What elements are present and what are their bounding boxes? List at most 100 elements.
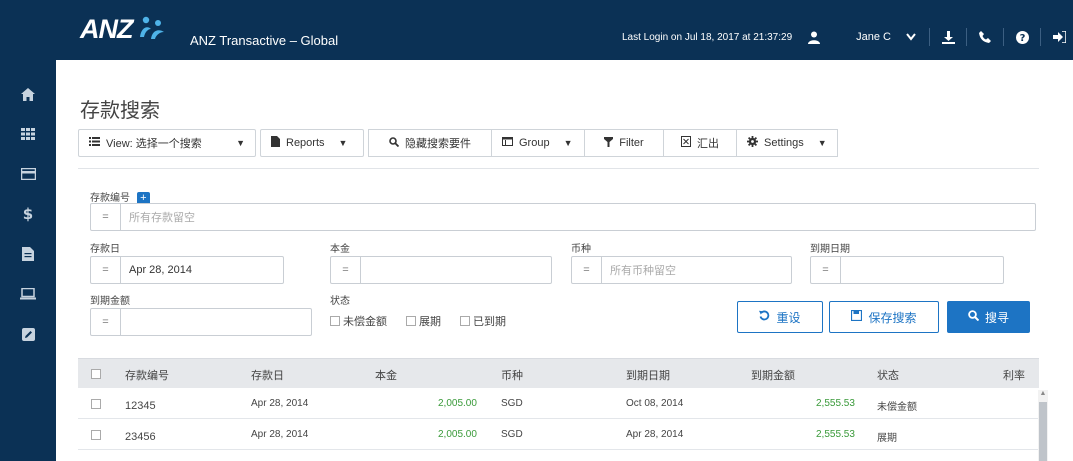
save-search-button[interactable]: 保存搜索 (829, 301, 939, 333)
checkbox[interactable] (406, 316, 416, 326)
column-header-deposit-no[interactable]: 存款编号 (125, 367, 169, 383)
svg-text:?: ? (1019, 33, 1025, 44)
table-icon (502, 137, 513, 149)
cell-maturity-amount: 2,555.53 (816, 398, 855, 409)
operator-select[interactable]: = (91, 309, 121, 335)
table-scrollbar[interactable]: ▲ (1038, 390, 1048, 461)
checkbox[interactable] (330, 316, 340, 326)
deposit-date-input[interactable]: Apr 28, 2014 (121, 264, 192, 276)
status-option-label: 未偿金额 (343, 316, 387, 328)
list-icon (89, 137, 100, 149)
document-icon[interactable] (0, 234, 56, 274)
cell-maturity-date: Apr 28, 2014 (626, 429, 684, 440)
anz-logo: ANZ (80, 14, 167, 44)
phone-icon[interactable] (971, 26, 999, 48)
reset-button[interactable]: 重设 (737, 301, 823, 333)
status-checkbox-matured[interactable]: 已到期 (460, 313, 506, 329)
page-title: 存款搜索 (80, 98, 160, 122)
status-checkbox-outstanding[interactable]: 未偿金额 (330, 313, 387, 329)
caret-down-icon: ▼ (563, 138, 573, 148)
cell-status: 展期 (877, 433, 897, 444)
grid-icon[interactable] (0, 114, 56, 154)
view-select-button[interactable]: View: 选择一个搜索 ▼ (78, 129, 256, 157)
last-login-text: Last Login on Jul 18, 2017 at 21:37:29 (622, 31, 793, 43)
search-label: 搜寻 (984, 310, 1009, 325)
maturity-date-field[interactable]: = (810, 256, 1004, 284)
status-checkbox-rollover[interactable]: 展期 (406, 313, 441, 329)
app-window: ANZ ANZ Transactive – Global Last Login … (0, 0, 1073, 461)
search-icon (389, 136, 400, 150)
cell-deposit-date: Apr 28, 2014 (251, 429, 309, 440)
divider (929, 28, 930, 46)
operator-select[interactable]: = (91, 257, 121, 283)
column-header-deposit-date[interactable]: 存款日 (251, 367, 284, 383)
download-icon[interactable] (934, 26, 962, 48)
anz-people-logo-icon (137, 15, 167, 43)
user-name[interactable]: Jane C (856, 31, 891, 43)
svg-text:$: $ (23, 206, 33, 222)
column-header-currency[interactable]: 币种 (501, 367, 523, 383)
cell-principal: 2,005.00 (438, 429, 477, 440)
table-row[interactable]: 12345 Apr 28, 2014 2,005.00 SGD Oct 08, … (78, 388, 1039, 419)
chevron-down-icon[interactable] (897, 26, 925, 48)
column-header-maturity-amount[interactable]: 到期金额 (751, 367, 795, 383)
scrollbar-thumb[interactable] (1039, 402, 1047, 461)
reports-button[interactable]: Reports ▼ (260, 129, 364, 157)
maturity-amount-field[interactable]: = (90, 308, 312, 336)
operator-select[interactable]: = (91, 204, 121, 230)
currency-input[interactable]: 所有币种留空 (602, 262, 676, 278)
row-checkbox[interactable] (91, 399, 101, 409)
home-icon[interactable] (0, 74, 56, 114)
settings-button[interactable]: Settings ▼ (736, 129, 838, 157)
deposit-no-field[interactable]: = 所有存款留空 (90, 203, 1036, 231)
scroll-up-icon[interactable]: ▲ (1038, 390, 1048, 400)
column-header-interest-rate[interactable]: 利率 (1003, 367, 1025, 383)
cell-deposit-no[interactable]: 12345 (125, 400, 156, 412)
top-right-controls: Last Login on Jul 18, 2017 at 21:37:29 J… (622, 22, 1073, 52)
dollar-icon[interactable]: $ (0, 194, 56, 234)
table-header: 存款编号 存款日 本金 币种 到期日期 到期金额 状态 利率 (78, 358, 1039, 388)
app-title: ANZ Transactive – Global (190, 33, 339, 48)
column-header-maturity-date[interactable]: 到期日期 (626, 367, 670, 383)
reset-label: 重设 (776, 310, 801, 325)
laptop-icon[interactable] (0, 274, 56, 314)
save-search-label: 保存搜索 (868, 310, 917, 325)
settings-label: Settings (764, 137, 804, 149)
principal-label: 本金 (330, 244, 350, 255)
select-all-checkbox[interactable] (91, 369, 101, 379)
column-header-status[interactable]: 状态 (877, 367, 899, 383)
column-header-principal[interactable]: 本金 (375, 367, 397, 383)
sidebar: $ (0, 60, 56, 461)
deposit-no-input[interactable]: 所有存款留空 (121, 209, 195, 225)
search-button[interactable]: 搜寻 (947, 301, 1030, 333)
card-icon[interactable] (0, 154, 56, 194)
operator-select[interactable]: = (572, 257, 602, 283)
divider (1040, 28, 1041, 46)
report-icon (271, 136, 280, 150)
caret-down-icon: ▼ (338, 138, 348, 148)
reports-label: Reports (286, 137, 325, 149)
export-button[interactable]: 汇出 (663, 129, 737, 157)
cell-principal: 2,005.00 (438, 398, 477, 409)
divider (966, 28, 967, 46)
main-content: 存款搜索 View: 选择一个搜索 ▼ Reports ▼ 隐藏搜索要件 Gro… (56, 60, 1073, 461)
filter-button[interactable]: Filter (584, 129, 664, 157)
currency-field[interactable]: = 所有币种留空 (571, 256, 792, 284)
deposit-date-field[interactable]: = Apr 28, 2014 (90, 256, 284, 284)
operator-select[interactable]: = (811, 257, 841, 283)
logout-icon[interactable] (1045, 26, 1073, 48)
table-row[interactable]: 23456 Apr 28, 2014 2,005.00 SGD Apr 28, … (78, 419, 1039, 450)
operator-select[interactable]: = (331, 257, 361, 283)
help-icon[interactable]: ? (1008, 26, 1036, 48)
save-icon (851, 309, 863, 324)
principal-field[interactable]: = (330, 256, 552, 284)
group-button[interactable]: Group ▼ (491, 129, 585, 157)
edit-icon[interactable] (0, 314, 56, 354)
cell-deposit-no[interactable]: 23456 (125, 431, 156, 443)
status-label: 状态 (330, 296, 350, 307)
undo-icon (759, 310, 770, 324)
checkbox[interactable] (460, 316, 470, 326)
filter-icon (604, 136, 614, 150)
row-checkbox[interactable] (91, 430, 101, 440)
hide-search-criteria-button[interactable]: 隐藏搜索要件 (368, 129, 492, 157)
